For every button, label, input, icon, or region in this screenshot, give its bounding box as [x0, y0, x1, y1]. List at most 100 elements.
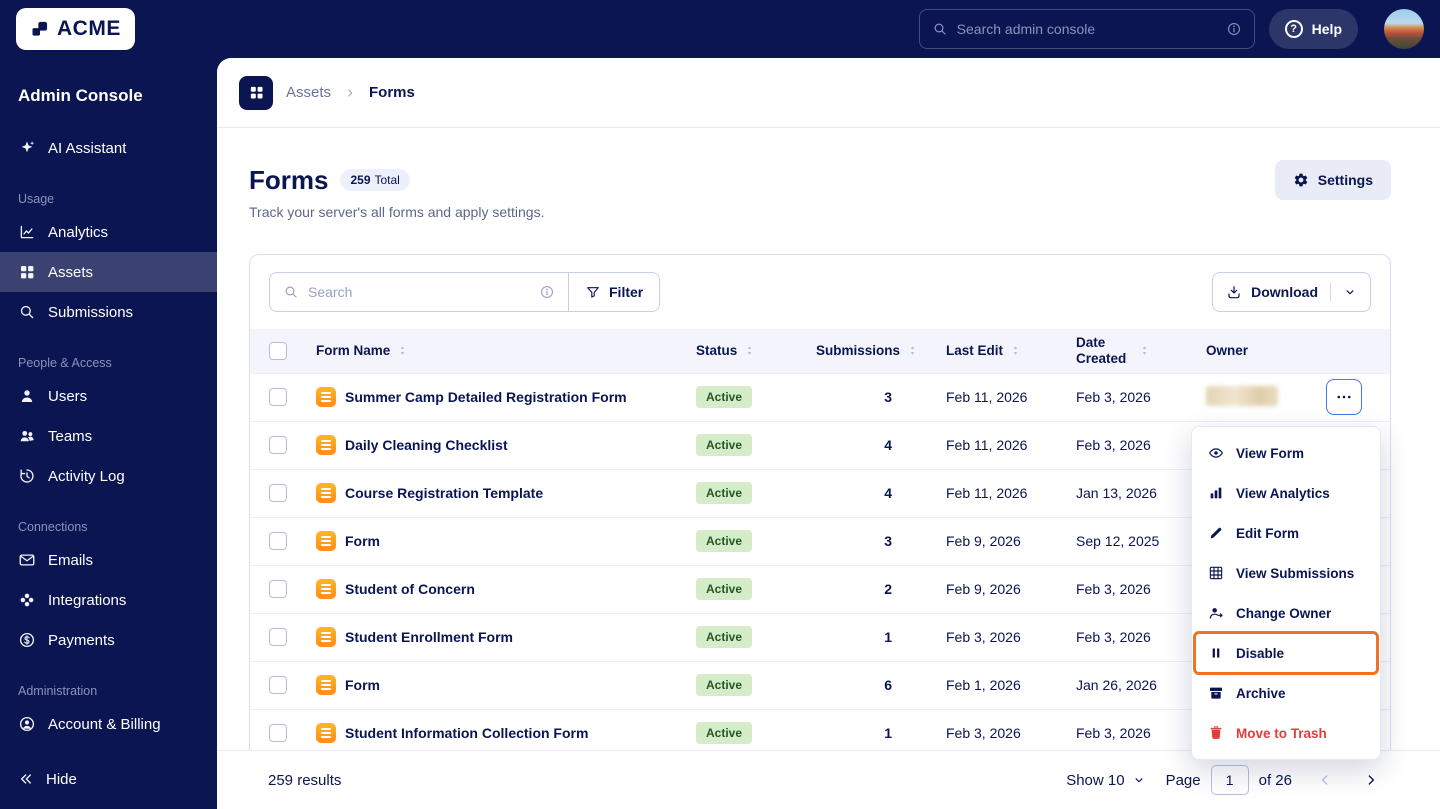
sidebar-section-label: People & Access — [18, 356, 112, 370]
sort-icon[interactable] — [743, 344, 756, 357]
sidebar-item-teams[interactable]: Teams — [0, 416, 217, 456]
sidebar-item-label: Activity Log — [48, 467, 125, 485]
sidebar-item-analytics[interactable]: Analytics — [0, 212, 217, 252]
status-badge: Active — [696, 578, 753, 600]
column-submissions[interactable]: Submissions — [806, 329, 936, 373]
date-created: Feb 3, 2026 — [1066, 612, 1196, 661]
menu-item-view-submissions[interactable]: View Submissions — [1192, 553, 1380, 593]
menu-item-edit-form[interactable]: Edit Form — [1192, 513, 1380, 553]
menu-item-view-form[interactable]: View Form — [1192, 433, 1380, 473]
acme-logo[interactable]: ACME — [16, 8, 135, 50]
help-button[interactable]: ? Help — [1268, 9, 1358, 49]
sidebar-item-users[interactable]: Users — [0, 376, 217, 416]
main-content: Assets Forms Forms 259 Total Track your … — [217, 58, 1440, 809]
sort-icon[interactable] — [1138, 344, 1151, 357]
sidebar-item-assets[interactable]: Assets — [0, 252, 217, 292]
column-owner[interactable]: Owner — [1196, 329, 1316, 373]
date-created: Sep 12, 2025 — [1066, 516, 1196, 565]
download-icon — [1226, 284, 1242, 300]
column-status[interactable]: Status — [686, 329, 806, 373]
filter-label: Filter — [609, 284, 644, 300]
more-dots-icon — [1335, 388, 1353, 406]
sidebar-item-label: Users — [48, 387, 88, 405]
sort-icon[interactable] — [396, 344, 409, 357]
row-checkbox[interactable] — [269, 628, 287, 647]
date-created: Feb 3, 2026 — [1066, 420, 1196, 469]
breadcrumb-assets[interactable]: Assets — [286, 84, 331, 101]
users-icon — [18, 427, 36, 445]
sidebar-item-account-billing[interactable]: Account & Billing — [0, 704, 217, 744]
change-owner-icon — [1208, 605, 1224, 621]
row-checkbox[interactable] — [269, 580, 287, 599]
form-icon — [316, 387, 336, 407]
menu-item-move-to-trash[interactable]: Move to Trash — [1192, 713, 1380, 753]
menu-item-change-owner[interactable]: Change Owner — [1192, 593, 1380, 633]
form-name[interactable]: Daily Cleaning Checklist — [345, 437, 508, 453]
column-form-name[interactable]: Form Name — [306, 329, 686, 373]
filter-button[interactable]: Filter — [568, 273, 660, 311]
double-chevron-left-icon — [18, 771, 34, 787]
form-name[interactable]: Summer Camp Detailed Registration Form — [345, 389, 627, 405]
table-toolbar: Filter Download — [250, 255, 1390, 329]
sidebar-item-label: Teams — [48, 427, 93, 445]
menu-item-archive[interactable]: Archive — [1192, 673, 1380, 713]
sidebar-item-payments[interactable]: Payments — [0, 620, 217, 660]
date-created: Jan 26, 2026 — [1066, 660, 1196, 709]
sidebar-item-submissions[interactable]: Submissions — [0, 292, 217, 332]
menu-item-disable[interactable]: Disable — [1192, 631, 1380, 675]
next-page-button[interactable] — [1358, 767, 1384, 793]
form-name[interactable]: Course Registration Template — [345, 485, 543, 501]
owner-redacted — [1206, 385, 1278, 406]
table-search[interactable] — [270, 273, 568, 311]
menu-item-view-analytics[interactable]: View Analytics — [1192, 473, 1380, 513]
chevron-down-icon[interactable] — [1343, 285, 1357, 299]
info-icon[interactable] — [1226, 21, 1242, 37]
menu-item-label: Archive — [1236, 685, 1286, 701]
table-search-input[interactable] — [308, 284, 530, 300]
sidebar-hide-button[interactable]: Hide — [0, 759, 217, 799]
sort-icon[interactable] — [906, 344, 919, 357]
page-label: Page — [1165, 771, 1201, 789]
row-checkbox[interactable] — [269, 532, 287, 551]
menu-item-label: Move to Trash — [1236, 725, 1327, 741]
row-checkbox[interactable] — [269, 724, 287, 743]
row-checkbox[interactable] — [269, 676, 287, 695]
payments-icon — [18, 631, 36, 649]
menu-item-label: Edit Form — [1236, 525, 1299, 541]
info-icon[interactable] — [539, 284, 555, 300]
status-badge: Active — [696, 482, 753, 504]
form-name[interactable]: Form — [345, 677, 380, 693]
sort-icon[interactable] — [1009, 344, 1022, 357]
settings-button[interactable]: Settings — [1274, 160, 1391, 200]
download-button[interactable]: Download — [1212, 272, 1371, 312]
prev-page-button[interactable] — [1312, 767, 1338, 793]
form-name[interactable]: Student of Concern — [345, 581, 475, 597]
status-badge: Active — [696, 674, 753, 696]
row-actions-button[interactable] — [1326, 379, 1362, 415]
sidebar-item-emails[interactable]: Emails — [0, 540, 217, 580]
row-checkbox[interactable] — [269, 388, 287, 407]
row-checkbox[interactable] — [269, 436, 287, 455]
avatar[interactable] — [1384, 9, 1424, 49]
sidebar-item-activity-log[interactable]: Activity Log — [0, 456, 217, 496]
column-last-edit[interactable]: Last Edit — [936, 329, 1066, 373]
select-all-checkbox[interactable] — [269, 341, 287, 360]
form-name[interactable]: Student Enrollment Form — [345, 629, 513, 645]
admin-search-input[interactable] — [956, 21, 1217, 37]
form-icon — [316, 531, 336, 551]
form-name[interactable]: Form — [345, 533, 380, 549]
admin-search[interactable] — [918, 9, 1255, 49]
page-total: of 26 — [1258, 771, 1292, 789]
form-name[interactable]: Student Information Collection Form — [345, 725, 588, 741]
sidebar-item-integrations[interactable]: Integrations — [0, 580, 217, 620]
last-edit-date: Feb 11, 2026 — [936, 372, 1066, 421]
submissions-count: 3 — [806, 516, 936, 565]
show-per-page-select[interactable]: Show 10 — [1066, 772, 1145, 789]
page-input[interactable] — [1210, 765, 1249, 795]
column-date-created[interactable]: Date Created — [1066, 329, 1196, 373]
submissions-count: 1 — [806, 612, 936, 661]
column-label: Form Name — [316, 342, 391, 358]
sidebar-item-label: AI Assistant — [48, 139, 127, 157]
row-checkbox[interactable] — [269, 484, 287, 503]
sidebar-item-ai-assistant[interactable]: AI Assistant — [0, 128, 217, 168]
